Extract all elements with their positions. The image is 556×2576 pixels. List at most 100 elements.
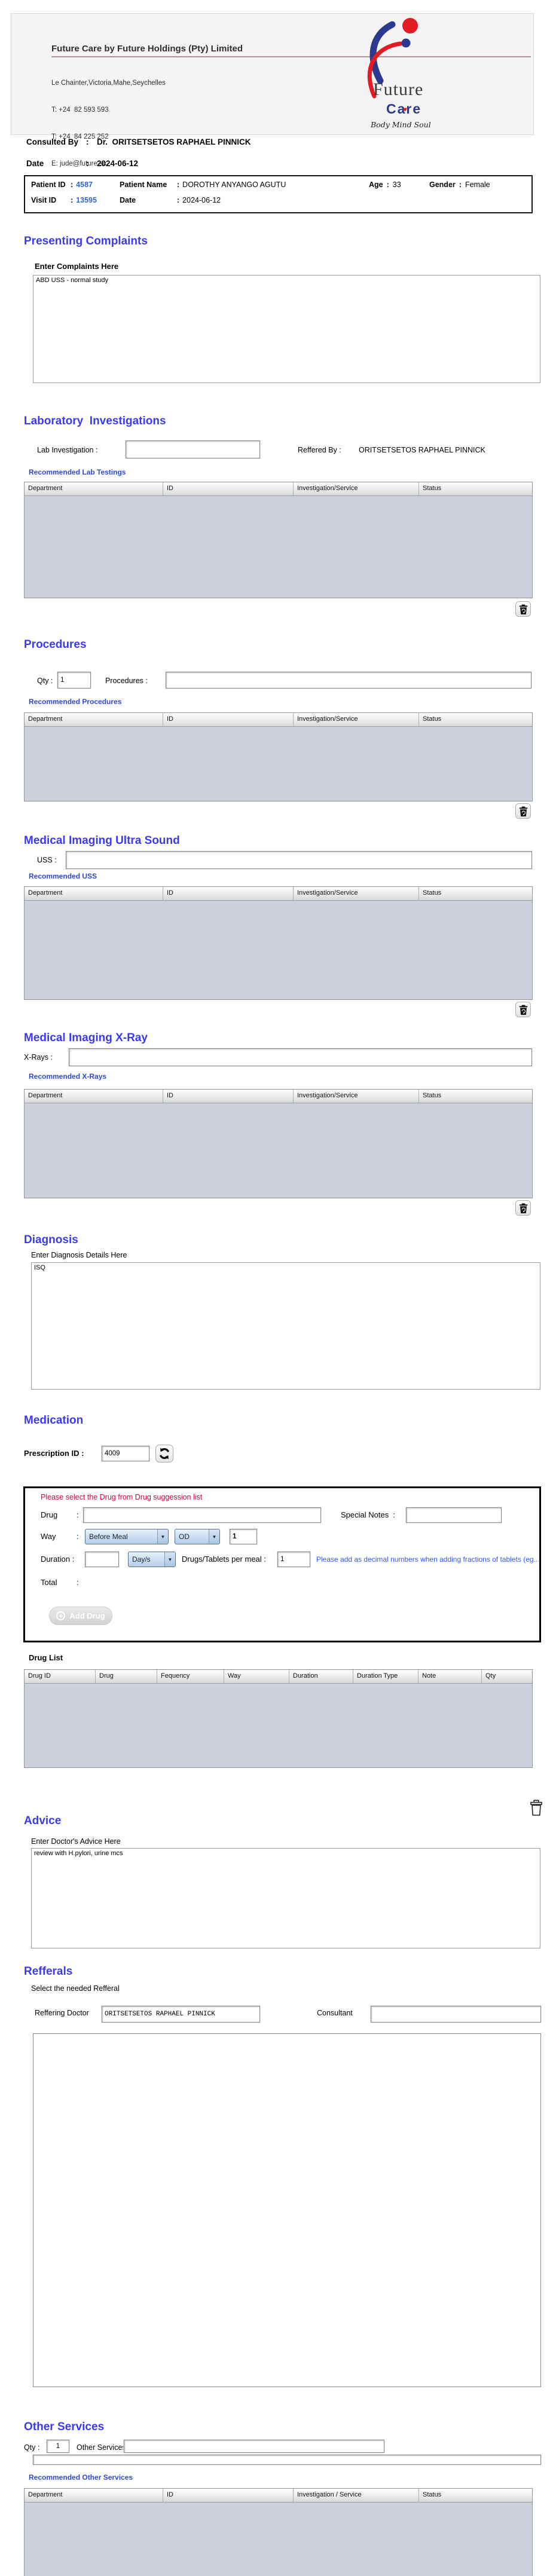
per-meal-input[interactable] bbox=[277, 1552, 310, 1567]
fraction-note: Please add as decimal numbers when addin… bbox=[316, 1555, 539, 1564]
reffering-doctor-input[interactable] bbox=[102, 2006, 260, 2023]
col-header-status: Status bbox=[423, 2491, 442, 2498]
patient-gender-item: Gender : Female bbox=[429, 180, 490, 189]
duration-unit-select[interactable]: Day/s ▼ bbox=[128, 1552, 176, 1567]
clear-procedures-table-button[interactable] bbox=[515, 803, 531, 819]
other-services-table: Department ID Investigation / Service St… bbox=[24, 2488, 533, 2576]
procedures-table: Department ID Investigation/Service Stat… bbox=[24, 712, 533, 801]
other-services-input[interactable] bbox=[124, 2440, 384, 2453]
refresh-icon bbox=[159, 1448, 170, 1460]
col-header-investigation-service: Investigation/Service bbox=[294, 482, 419, 495]
duration-label: Duration : bbox=[41, 1555, 75, 1564]
age-value: 33 bbox=[392, 180, 401, 189]
recommended-other-services-link[interactable]: Recommended Other Services bbox=[29, 2473, 133, 2482]
col-header-status: Status bbox=[423, 485, 442, 492]
complaints-textarea[interactable]: ABD USS - normal study bbox=[33, 275, 540, 383]
consultant-label: Consultant bbox=[317, 2009, 353, 2017]
drug-list-table-body[interactable] bbox=[25, 1684, 532, 1767]
col-header-investigation-service: Investigation/Service bbox=[294, 713, 419, 726]
header-underline bbox=[51, 56, 531, 57]
patient-id-label: Patient ID bbox=[31, 180, 66, 189]
consulted-by-label: Consulted By bbox=[26, 137, 79, 146]
section-title-presenting-complaints: Presenting Complaints bbox=[24, 235, 148, 247]
xray-input[interactable] bbox=[69, 1048, 532, 1066]
plus-icon: + bbox=[56, 1611, 66, 1620]
drug-input[interactable] bbox=[83, 1507, 321, 1523]
consult-date-row: Date : 2024-06-12 bbox=[26, 159, 138, 168]
visit-date-label: Date bbox=[120, 196, 136, 204]
add-drug-label: Add Drug bbox=[69, 1611, 105, 1620]
lab-table-body[interactable] bbox=[25, 496, 532, 598]
section-title-advice: Advice bbox=[24, 1815, 62, 1827]
colon: : bbox=[459, 180, 462, 189]
lab-investigation-input[interactable] bbox=[126, 440, 260, 458]
recommended-uss-link[interactable]: Recommended USS bbox=[29, 872, 97, 880]
clear-uss-table-button[interactable] bbox=[515, 1002, 531, 1017]
procedures-qty-input[interactable] bbox=[57, 672, 91, 689]
recommended-xray-link[interactable]: Recommended X-Rays bbox=[29, 1072, 106, 1081]
frequency-qty-input[interactable] bbox=[230, 1529, 257, 1544]
uss-table-body[interactable] bbox=[25, 901, 532, 999]
col-header-id: ID bbox=[163, 482, 294, 495]
consultant-input[interactable] bbox=[371, 2006, 541, 2023]
per-meal-label: Drugs/Tablets per meal : bbox=[182, 1555, 266, 1564]
other-services-extra-input[interactable] bbox=[33, 2455, 541, 2465]
advice-textarea[interactable]: review with H.pylori, urine mcs bbox=[31, 1848, 540, 1948]
prescription-id-input[interactable] bbox=[102, 1446, 149, 1461]
recommended-procedures-link[interactable]: Recommended Procedures bbox=[29, 697, 121, 706]
lab-table-header: Department ID Investigation/Service Stat… bbox=[25, 482, 532, 496]
col-header-department: Department bbox=[25, 713, 163, 726]
section-title-other-services: Other Services bbox=[24, 2421, 105, 2433]
section-title-laboratory: Laboratory Investigations bbox=[24, 415, 166, 427]
special-notes-input[interactable] bbox=[406, 1507, 502, 1523]
add-drug-button[interactable]: + Add Drug bbox=[49, 1607, 112, 1625]
uss-input[interactable] bbox=[66, 851, 532, 869]
section-title-refferals: Refferals bbox=[24, 1965, 73, 1978]
procedures-input[interactable] bbox=[166, 672, 531, 689]
uss-table-header: Department ID Investigation/Service Stat… bbox=[25, 887, 532, 901]
advice-label: Enter Doctor's Advice Here bbox=[31, 1837, 121, 1846]
refresh-prescription-button[interactable] bbox=[155, 1445, 173, 1463]
diagnosis-label: Enter Diagnosis Details Here bbox=[31, 1251, 127, 1259]
trash-icon bbox=[519, 806, 527, 816]
xray-label: X-Rays : bbox=[24, 1053, 53, 1061]
col-header-drug-id: Drug ID bbox=[25, 1670, 96, 1683]
col-header-duration: Duration bbox=[289, 1670, 353, 1683]
chevron-down-icon: ▼ bbox=[209, 1529, 219, 1544]
frequency-select[interactable]: OD ▼ bbox=[175, 1529, 220, 1544]
other-services-qty-input[interactable] bbox=[47, 2440, 69, 2453]
col-header-id: ID bbox=[163, 2489, 294, 2502]
delete-advice-button[interactable] bbox=[528, 1799, 544, 1818]
refferal-listbox[interactable] bbox=[33, 2033, 541, 2387]
company-phone-1: T: +24 82 593 593 bbox=[51, 106, 109, 114]
visit-date-value: 2024-06-12 bbox=[182, 196, 221, 204]
duration-input[interactable] bbox=[85, 1552, 119, 1567]
col-header-note: Note bbox=[418, 1670, 482, 1683]
visit-id-value: 13595 bbox=[76, 196, 97, 204]
company-address: Le Chainter,Victoria,Mahe,Seychelles bbox=[51, 79, 166, 87]
drug-label: Drug bbox=[41, 1510, 58, 1519]
drug-list-label: Drug List bbox=[29, 1653, 63, 1662]
way-select[interactable]: Before Meal ▼ bbox=[85, 1529, 169, 1544]
consult-date-label: Date bbox=[26, 159, 44, 168]
col-header-drug: Drug bbox=[96, 1670, 157, 1683]
clear-lab-table-button[interactable] bbox=[515, 601, 531, 617]
clear-xray-table-button[interactable] bbox=[515, 1200, 531, 1216]
company-name: Future Care by Future Holdings (Pty) Lim… bbox=[51, 44, 243, 54]
patient-name-label: Patient Name bbox=[120, 180, 167, 189]
col-header-way: Way bbox=[224, 1670, 289, 1683]
xray-table-body[interactable] bbox=[25, 1103, 532, 1198]
section-title-ultrasound: Medical Imaging Ultra Sound bbox=[24, 834, 180, 847]
prescription-id-label: Prescription ID : bbox=[24, 1449, 84, 1458]
diagnosis-textarea[interactable]: ISQ bbox=[31, 1262, 540, 1390]
col-header-id: ID bbox=[163, 887, 294, 900]
section-title-xray: Medical Imaging X-Ray bbox=[24, 1032, 148, 1044]
recommended-lab-testings-link[interactable]: Recommended Lab Testings bbox=[29, 468, 126, 476]
duration-unit-value: Day/s bbox=[132, 1555, 151, 1564]
col-header-investigation-service: Investigation/Service bbox=[294, 887, 419, 900]
drug-entry-panel: Please select the Drug from Drug suggess… bbox=[23, 1486, 541, 1642]
procedures-table-body[interactable] bbox=[25, 727, 532, 801]
col-header-status: Status bbox=[423, 1092, 442, 1099]
colon: : bbox=[177, 180, 180, 189]
other-services-table-body[interactable] bbox=[25, 2502, 532, 2576]
